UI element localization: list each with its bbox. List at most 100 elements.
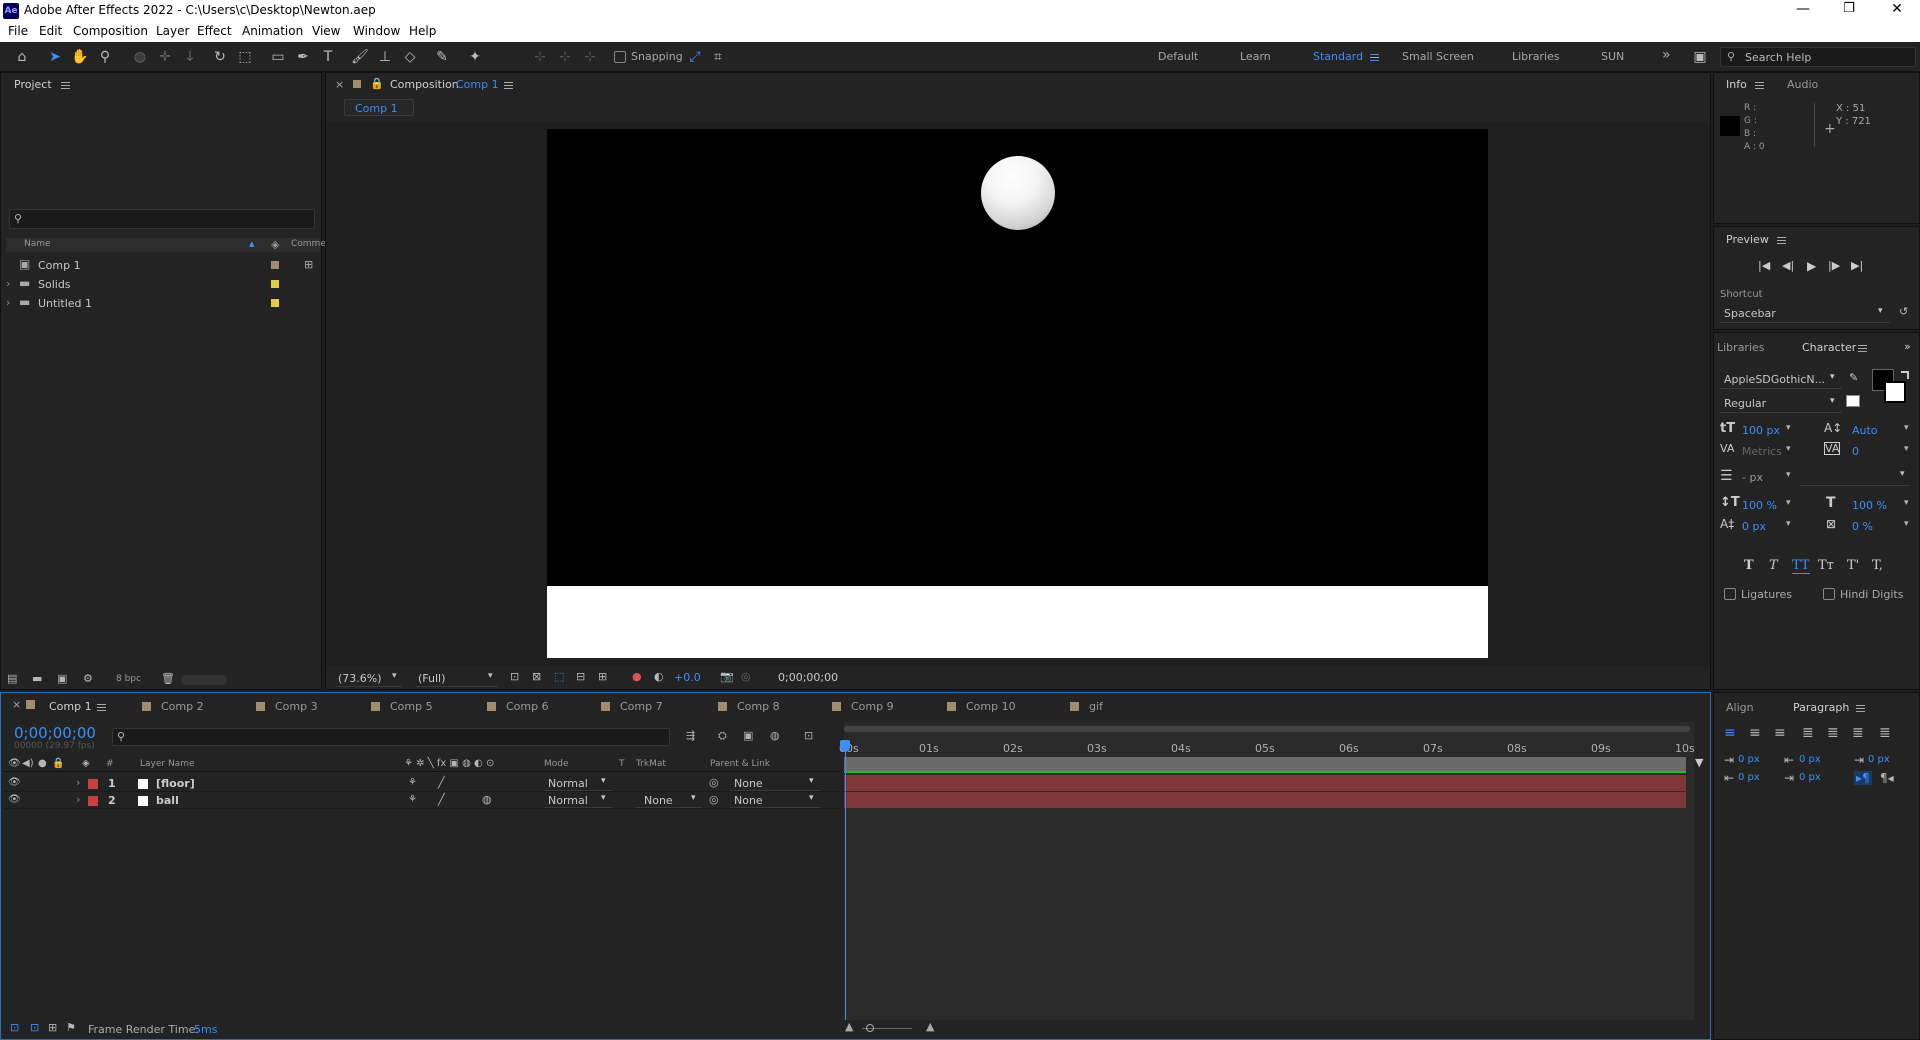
pick-whip-icon[interactable]: ◎ bbox=[709, 776, 719, 789]
sort-ascending-icon[interactable]: ▴ bbox=[249, 237, 255, 250]
shy-switch-icon[interactable]: ⚘ bbox=[408, 777, 417, 788]
guides-icon[interactable]: ⊞ bbox=[598, 670, 607, 683]
snap-features-icon[interactable]: ⌗ bbox=[708, 47, 728, 67]
view-axis-icon[interactable]: ⊹ bbox=[580, 47, 600, 67]
play-icon[interactable]: ▶ bbox=[1807, 259, 1816, 273]
blend-mode-dropdown[interactable]: Normal ▾ bbox=[544, 776, 612, 791]
current-time-indicator[interactable] bbox=[845, 740, 846, 1038]
motion-blur-icon[interactable]: ◍ bbox=[482, 793, 492, 806]
current-time-display[interactable]: 0;00;00;00 bbox=[778, 671, 838, 684]
layer-row[interactable]: 👁 › 1 [floor] ⚘ ╱ Normal ▾ ◎ None ▾ bbox=[4, 776, 840, 792]
audio-tab[interactable]: Audio bbox=[1787, 78, 1818, 91]
paragraph-menu-icon[interactable] bbox=[1856, 705, 1865, 712]
menu-file[interactable]: File bbox=[8, 24, 28, 38]
timeline-tab-gif[interactable]: gif bbox=[1070, 700, 1103, 713]
align-tab[interactable]: Align bbox=[1726, 701, 1754, 714]
font-size-value[interactable]: 100 px bbox=[1742, 424, 1780, 437]
region-of-interest-icon[interactable]: ⊟ bbox=[576, 670, 585, 683]
trkmat-column-header[interactable]: TrkMat bbox=[636, 759, 666, 769]
baseline-shift-value[interactable]: 0 px bbox=[1742, 520, 1766, 533]
faux-bold-button[interactable]: T bbox=[1744, 558, 1754, 573]
layer-name-column-header[interactable]: Layer Name bbox=[140, 759, 195, 769]
thumbnail-slider[interactable] bbox=[181, 675, 227, 685]
blend-mode-dropdown[interactable]: Normal ▾ bbox=[544, 793, 612, 808]
parent-column-header[interactable]: Parent & Link bbox=[710, 759, 770, 769]
video-icon[interactable]: 👁 bbox=[8, 758, 21, 769]
zoom-slider-handle[interactable] bbox=[866, 1024, 874, 1032]
hindi-digits-checkbox[interactable] bbox=[1823, 588, 1835, 600]
timeline-tab-comp-9[interactable]: Comp 9 bbox=[832, 700, 894, 713]
label-column-icon[interactable]: ◈ bbox=[271, 238, 279, 251]
loop-icon[interactable]: ↺ bbox=[1899, 305, 1908, 318]
channel-icon[interactable]: ● bbox=[632, 670, 642, 683]
menu-window[interactable]: Window bbox=[353, 24, 400, 38]
first-frame-icon[interactable]: |◀ bbox=[1758, 259, 1770, 272]
shy-switch-icon[interactable]: ⚘ bbox=[408, 794, 417, 805]
workspace-learn[interactable]: Learn bbox=[1240, 50, 1271, 63]
preview-title[interactable]: Preview bbox=[1726, 233, 1769, 246]
space-after-value[interactable]: 0 px bbox=[1799, 772, 1821, 783]
stroke-style-dropdown[interactable]: ▾ bbox=[1800, 468, 1910, 486]
label-swatch[interactable] bbox=[271, 299, 279, 307]
zoom-in-icon[interactable]: ▲ bbox=[926, 1020, 934, 1033]
label-column-icon[interactable]: ◈ bbox=[82, 758, 90, 769]
pen-tool-icon[interactable]: ✒ bbox=[293, 47, 313, 67]
menu-layer[interactable]: Layer bbox=[156, 24, 189, 38]
quality-switch-icon[interactable]: ╱ bbox=[438, 776, 445, 789]
timeline-current-time[interactable]: 0;00;00;00 bbox=[14, 724, 96, 742]
close-button[interactable]: ✕ bbox=[1874, 1, 1920, 21]
comment-column-header[interactable]: Comme bbox=[291, 239, 326, 249]
zoom-tool-icon[interactable]: ⚲ bbox=[95, 47, 115, 67]
project-item[interactable]: › ▬ Untitled 1 bbox=[6, 295, 320, 313]
frame-blending-icon[interactable]: ◍ bbox=[770, 729, 780, 742]
interpret-footage-icon[interactable]: ▤ bbox=[7, 672, 17, 685]
small-caps-button[interactable]: Tт bbox=[1818, 558, 1834, 573]
type-tool-icon[interactable]: T bbox=[318, 47, 338, 67]
expand-arrow-icon[interactable]: › bbox=[76, 776, 80, 789]
lock-icon[interactable]: 🔒 bbox=[52, 758, 64, 769]
panels-icon[interactable]: ▣ bbox=[1690, 47, 1710, 67]
snap-edges-icon[interactable]: ⤢ bbox=[685, 47, 705, 67]
puppet-tool-icon[interactable]: ✦ bbox=[465, 47, 485, 67]
project-item[interactable]: ▣ Comp 1 ⊞ bbox=[6, 257, 320, 275]
local-axis-icon[interactable]: ⊹ bbox=[530, 47, 550, 67]
project-title[interactable]: Project bbox=[14, 78, 52, 91]
menu-view[interactable]: View bbox=[312, 24, 340, 38]
pan-tool-icon[interactable]: ✛ bbox=[155, 47, 175, 67]
stroke-color-swatch[interactable] bbox=[1884, 381, 1906, 403]
tsume-value[interactable]: 0 % bbox=[1852, 520, 1873, 533]
timeline-tab-comp-8[interactable]: Comp 8 bbox=[718, 700, 780, 713]
swap-colors-icon[interactable] bbox=[1901, 371, 1909, 379]
brush-tool-icon[interactable]: 🖌 bbox=[350, 47, 370, 67]
home-icon[interactable]: ⌂ bbox=[12, 47, 32, 67]
world-axis-icon[interactable]: ⊹ bbox=[555, 47, 575, 67]
project-settings-icon[interactable]: ⚙ bbox=[83, 672, 93, 685]
timeline-tab-comp-3[interactable]: Comp 3 bbox=[256, 700, 318, 713]
timeline-tab-comp-2[interactable]: Comp 2 bbox=[142, 700, 204, 713]
label-swatch[interactable] bbox=[271, 280, 279, 288]
transfer-controls-toggle-icon[interactable]: ⊡ bbox=[30, 1021, 39, 1034]
timeline-search-input[interactable]: ⚲ bbox=[112, 728, 670, 746]
pan-behind-tool-icon[interactable]: ⬚ bbox=[235, 47, 255, 67]
layer-duration-bar[interactable] bbox=[844, 775, 1686, 791]
chevron-down-icon[interactable]: ▾ bbox=[1786, 470, 1791, 480]
name-column-header[interactable]: Name bbox=[24, 239, 51, 249]
pick-whip-icon[interactable]: ◎ bbox=[709, 793, 719, 806]
workspace-standard[interactable]: Standard bbox=[1313, 50, 1363, 63]
shy-layers-icon[interactable]: ▣ bbox=[743, 729, 753, 742]
graph-editor-icon[interactable]: ⊡ bbox=[804, 729, 813, 742]
chevron-down-icon[interactable]: ▾ bbox=[1904, 498, 1909, 508]
color-management-icon[interactable]: ◐ bbox=[654, 670, 664, 683]
composition-menu-icon[interactable] bbox=[504, 82, 513, 89]
maximize-button[interactable]: ❐ bbox=[1826, 1, 1872, 21]
timeline-tab-comp-6[interactable]: Comp 6 bbox=[487, 700, 549, 713]
layer-label-swatch[interactable] bbox=[88, 779, 98, 789]
parent-dropdown[interactable]: None ▾ bbox=[730, 776, 820, 791]
rotate-tool-icon[interactable]: ↻ bbox=[210, 47, 230, 67]
switches-icon[interactable]: ⚘ ✲ ╲ fx ▣ ◍ ◐ ⊙ bbox=[404, 758, 494, 769]
number-column-header[interactable]: # bbox=[106, 759, 114, 769]
trash-icon[interactable]: 🗑 bbox=[161, 672, 175, 685]
timeline-tab-comp-10[interactable]: Comp 10 bbox=[947, 700, 1016, 713]
libraries-tab[interactable]: Libraries bbox=[1717, 341, 1765, 354]
align-center-icon[interactable]: ≡ bbox=[1749, 725, 1761, 741]
